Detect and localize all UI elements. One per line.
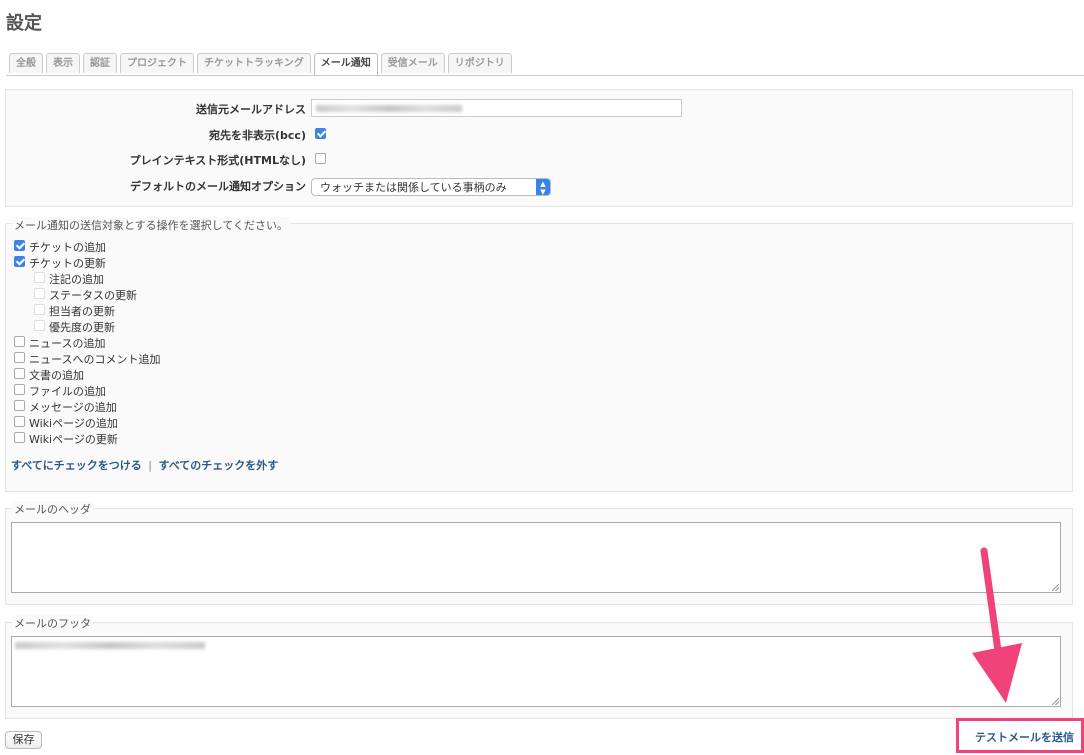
label-news-added: ニュースの追加 <box>29 337 106 350</box>
label-document-added: 文書の追加 <box>29 369 84 382</box>
label-wiki-page-added: Wikiページの追加 <box>29 417 118 430</box>
redacted-footer-text <box>15 642 205 649</box>
tab-repositories[interactable]: リポジトリ <box>447 53 512 73</box>
default-notification-label: デフォルトのメール通知オプション <box>130 180 306 193</box>
label-file-added: ファイルの追加 <box>29 385 106 398</box>
checkbox-message-posted[interactable] <box>14 400 25 411</box>
checkbox-wiki-page-added[interactable] <box>14 416 25 427</box>
check-links: すべてにチェックをつける | すべてのチェックを外す <box>11 457 278 473</box>
checkbox-news-added[interactable] <box>14 336 25 347</box>
select-arrows-icon: ▲ ▼ <box>536 179 550 196</box>
checkbox-status-updated[interactable] <box>34 288 45 299</box>
bcc-label: 宛先を非表示(bcc) <box>209 129 306 142</box>
email-header-legend: メールのヘッダ <box>12 501 93 517</box>
tab-bar: 全般 表示 認証 プロジェクト チケットトラッキング メール通知 受信メール リ… <box>9 53 512 75</box>
label-priority-updated: 優先度の更新 <box>49 321 115 334</box>
check-all-link[interactable]: すべてにチェックをつける <box>11 459 142 472</box>
checkbox-file-added[interactable] <box>14 384 25 395</box>
tab-issue-tracking[interactable]: チケットトラッキング <box>197 53 311 73</box>
send-test-email-link[interactable]: テストメールを送信 <box>975 729 1074 745</box>
email-header-textarea[interactable] <box>11 522 1061 593</box>
label-note-added: 注記の追加 <box>49 273 104 286</box>
checkbox-document-added[interactable] <box>14 368 25 379</box>
tab-projects[interactable]: プロジェクト <box>120 53 194 73</box>
bcc-checkbox[interactable] <box>315 128 326 139</box>
checkbox-issue-added[interactable] <box>14 240 25 251</box>
tab-authentication[interactable]: 認証 <box>83 53 117 73</box>
tab-incoming-emails[interactable]: 受信メール <box>380 53 445 73</box>
default-notification-select[interactable]: ウォッチまたは関係している事柄のみ ▲ ▼ <box>311 178 551 196</box>
plain-text-label: プレインテキスト形式(HTMLなし) <box>129 154 306 167</box>
email-footer-textarea[interactable] <box>11 636 1061 707</box>
checkbox-assignee-updated[interactable] <box>34 304 45 315</box>
label-issue-added: チケットの追加 <box>29 241 106 254</box>
annotation-arrow-icon <box>972 547 1022 703</box>
notification-events-legend: メール通知の送信対象とする操作を選択してください。 <box>12 217 291 233</box>
checkbox-news-comment-added[interactable] <box>14 352 25 363</box>
uncheck-all-link[interactable]: すべてのチェックを外す <box>159 459 279 472</box>
checkbox-wiki-page-updated[interactable] <box>14 432 25 443</box>
tab-general[interactable]: 全般 <box>9 53 43 73</box>
label-issue-updated: チケットの更新 <box>29 257 106 270</box>
from-address-field[interactable] <box>311 99 682 117</box>
notification-events-fieldset <box>5 223 1073 492</box>
tab-email-notifications[interactable]: メール通知 <box>313 53 378 75</box>
tab-display[interactable]: 表示 <box>46 53 80 73</box>
page-title: 設定 <box>6 13 42 34</box>
label-wiki-page-updated: Wikiページの更新 <box>29 433 118 446</box>
checkbox-priority-updated[interactable] <box>34 320 45 331</box>
resize-grip-icon[interactable] <box>1052 698 1059 705</box>
default-notification-value: ウォッチまたは関係している事柄のみ <box>320 181 507 194</box>
checkbox-note-added[interactable] <box>34 272 45 283</box>
label-assignee-updated: 担当者の更新 <box>49 305 115 318</box>
resize-grip-icon[interactable] <box>1052 584 1059 591</box>
save-button[interactable]: 保存 <box>5 731 42 749</box>
redacted-email <box>316 105 462 112</box>
label-news-comment-added: ニュースへのコメント追加 <box>29 353 161 366</box>
from-address-label: 送信元メールアドレス <box>196 103 306 116</box>
email-footer-legend: メールのフッタ <box>12 615 93 631</box>
label-status-updated: ステータスの更新 <box>49 289 137 302</box>
plain-text-checkbox[interactable] <box>315 153 326 164</box>
checkbox-issue-updated[interactable] <box>14 256 25 267</box>
tab-divider <box>6 75 1084 76</box>
link-separator: | <box>148 459 153 472</box>
label-message-posted: メッセージの追加 <box>29 401 117 414</box>
